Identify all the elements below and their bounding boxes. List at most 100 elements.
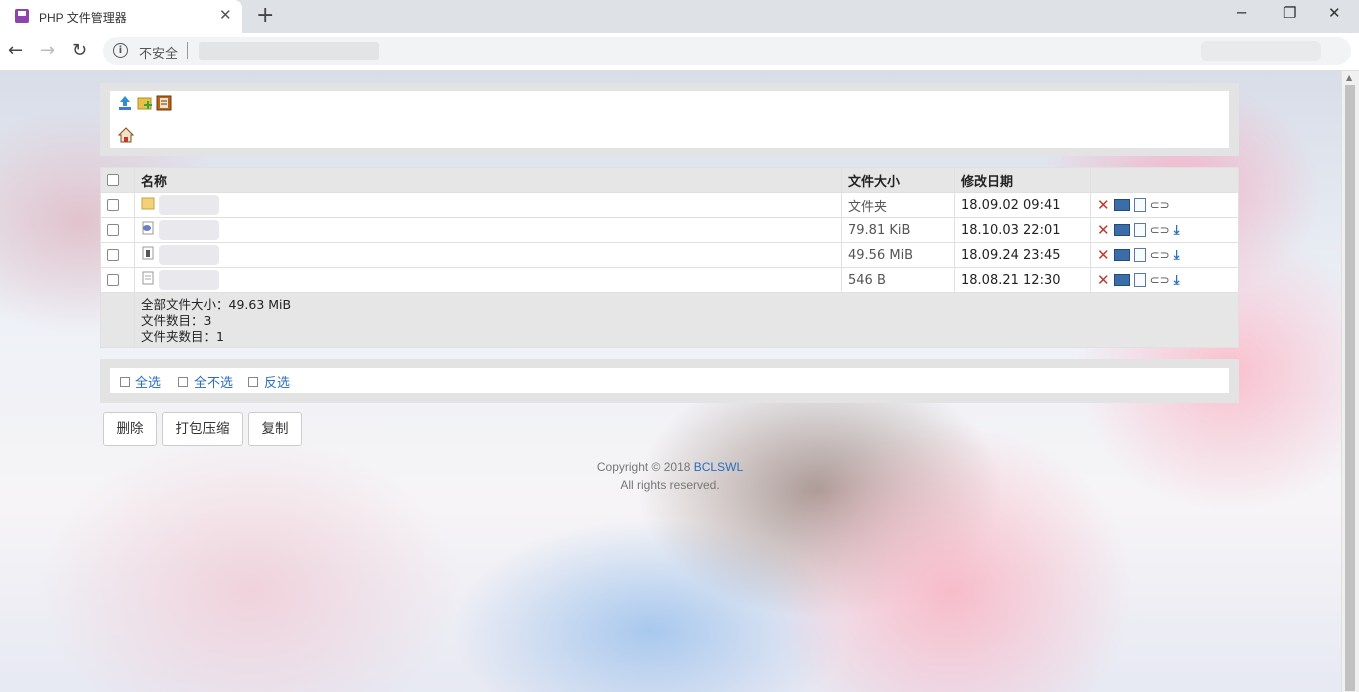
link-icon[interactable]: ⊂⊃ [1150, 248, 1170, 262]
copy-icon[interactable] [1133, 198, 1146, 212]
copy-icon[interactable] [1133, 223, 1146, 237]
table-header-row: 名称 文件大小 修改日期 [100, 167, 1239, 193]
address-bar[interactable]: i 不安全 [103, 37, 1351, 65]
column-header-modified[interactable]: 修改日期 [954, 167, 1091, 193]
tab-close-icon[interactable]: ✕ [219, 6, 232, 24]
column-header-size[interactable]: 文件大小 [841, 167, 955, 193]
rename-icon[interactable] [1113, 249, 1130, 261]
url-redacted [199, 42, 379, 60]
maximize-button[interactable]: ❐ [1283, 4, 1296, 22]
profile-redacted [1201, 41, 1321, 61]
info-icon[interactable]: i [113, 43, 128, 58]
modified-cell: 18.09.02 09:41 [954, 192, 1091, 218]
invert-icon [248, 377, 258, 387]
php-file-icon [141, 221, 155, 239]
back-button[interactable]: ← [8, 40, 23, 61]
download-icon[interactable]: ⤓ [1174, 273, 1180, 288]
home-icon[interactable] [117, 127, 135, 143]
row-select-cell [100, 267, 135, 293]
file-count-text: 文件数目：3 [141, 313, 212, 328]
selection-bar: 全选 全不选 反选 [100, 359, 1239, 403]
modified-cell: 18.10.03 22:01 [954, 217, 1091, 243]
name-cell [134, 242, 842, 268]
download-icon[interactable]: ⤓ [1174, 248, 1180, 263]
text-file-icon [141, 271, 155, 289]
link-icon[interactable]: ⊂⊃ [1150, 198, 1170, 212]
minimize-button[interactable]: ─ [1237, 4, 1246, 22]
table-row: 49.56 MiB 18.09.24 23:45 ✕ ⊂⊃ ⤓ [100, 242, 1239, 268]
summary-cell: 全部文件大小：49.63 MiB 文件数目：3 文件夹数目：1 [134, 292, 1239, 348]
file-name-redacted[interactable] [159, 270, 219, 290]
header-select-cell [100, 167, 135, 193]
table-row: 文件夹 18.09.02 09:41 ✕ ⊂⊃ [100, 192, 1239, 218]
delete-icon[interactable]: ✕ [1097, 221, 1110, 239]
modified-cell: 18.08.21 12:30 [954, 267, 1091, 293]
action-toolbar-inner [110, 91, 1229, 148]
new-folder-icon[interactable] [137, 95, 152, 110]
total-size-text: 全部文件大小：49.63 MiB [141, 297, 292, 312]
actions-cell: ✕ ⊂⊃ ⤓ [1090, 242, 1239, 268]
summary-spacer [100, 292, 135, 348]
table-row: 79.81 KiB 18.10.03 22:01 ✕ ⊂⊃ ⤓ [100, 217, 1239, 243]
tab-favicon-icon [15, 9, 29, 23]
file-name-redacted[interactable] [159, 245, 219, 265]
close-window-button[interactable]: ✕ [1328, 4, 1341, 22]
unselect-all-link[interactable]: 全不选 [194, 372, 233, 391]
rename-icon[interactable] [1113, 199, 1130, 211]
new-tab-button[interactable]: + [256, 3, 274, 28]
download-icon[interactable]: ⤓ [1174, 223, 1180, 238]
size-cell: 文件夹 [841, 192, 955, 218]
delete-icon[interactable]: ✕ [1097, 246, 1110, 264]
row-checkbox[interactable] [107, 199, 119, 211]
actions-cell: ✕ ⊂⊃ [1090, 192, 1239, 218]
file-name-redacted[interactable] [159, 195, 219, 215]
unselect-all-box-icon [178, 377, 188, 387]
modified-cell: 18.09.24 23:45 [954, 242, 1091, 268]
folder-count-text: 文件夹数目：1 [141, 329, 224, 344]
delete-icon[interactable]: ✕ [1097, 271, 1110, 289]
size-cell: 79.81 KiB [841, 217, 955, 243]
invert-selection-link[interactable]: 反选 [264, 372, 290, 391]
upload-icon[interactable] [118, 95, 132, 110]
action-toolbar [100, 83, 1239, 156]
reload-button[interactable]: ↻ [72, 40, 87, 61]
page-scrollbar[interactable]: ▲ [1341, 71, 1359, 692]
copy-button[interactable]: 复制 [248, 412, 302, 446]
tab-title: PHP 文件管理器 [39, 11, 127, 25]
forward-button[interactable]: → [40, 40, 55, 61]
file-table: 名称 文件大小 修改日期 文件夹 18.09.02 09:41 ✕ ⊂⊃ 79.… [100, 167, 1239, 348]
copy-icon[interactable] [1133, 273, 1146, 287]
browser-tab[interactable]: PHP 文件管理器 ✕ [0, 0, 242, 33]
copy-icon[interactable] [1133, 248, 1146, 262]
browser-tab-bar: PHP 文件管理器 ✕ + ─ ❐ ✕ [0, 0, 1359, 33]
size-cell: 49.56 MiB [841, 242, 955, 268]
column-header-name[interactable]: 名称 [134, 167, 842, 193]
copyright-text: Copyright © 2018 [596, 460, 691, 474]
table-row: 546 B 18.08.21 12:30 ✕ ⊂⊃ ⤓ [100, 267, 1239, 293]
row-select-cell [100, 192, 135, 218]
row-checkbox[interactable] [107, 224, 119, 236]
summary-row: 全部文件大小：49.63 MiB 文件数目：3 文件夹数目：1 [100, 292, 1239, 348]
row-checkbox[interactable] [107, 274, 119, 286]
select-all-link[interactable]: 全选 [135, 372, 161, 391]
rights-text: All rights reserved. [620, 478, 720, 492]
link-icon[interactable]: ⊂⊃ [1150, 273, 1170, 287]
new-file-icon[interactable] [156, 95, 172, 111]
file-name-redacted[interactable] [159, 220, 219, 240]
select-all-checkbox[interactable] [107, 174, 119, 186]
archive-file-icon [141, 246, 155, 264]
scrollbar-thumb[interactable] [1345, 85, 1355, 691]
rename-icon[interactable] [1113, 224, 1130, 236]
delete-button[interactable]: 删除 [103, 412, 157, 446]
name-cell [134, 267, 842, 293]
copyright-line: Copyright © 2018 BCLSWL [540, 458, 800, 476]
scroll-up-icon[interactable]: ▲ [1346, 73, 1352, 82]
zip-button[interactable]: 打包压缩 [162, 412, 243, 446]
delete-icon[interactable]: ✕ [1097, 196, 1110, 214]
actions-cell: ✕ ⊂⊃ ⤓ [1090, 217, 1239, 243]
brand-link[interactable]: BCLSWL [694, 460, 743, 474]
link-icon[interactable]: ⊂⊃ [1150, 223, 1170, 237]
row-checkbox[interactable] [107, 249, 119, 261]
browser-toolbar: ← → ↻ i 不安全 [0, 33, 1359, 71]
rename-icon[interactable] [1113, 274, 1130, 286]
